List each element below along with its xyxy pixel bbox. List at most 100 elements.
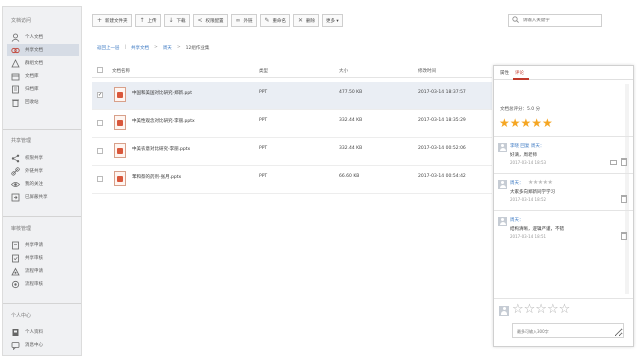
breadcrumb-back-link[interactable]: 返回上一层 [97,45,120,51]
sidebar-item-label: 外链共享 [25,169,43,174]
column-header-size[interactable]: 大小 [339,68,348,74]
button-label: 权限配置 [205,18,224,24]
tab-comments[interactable]: 评论 [515,70,524,76]
row-checkbox[interactable]: ✓ [97,92,103,98]
panel-scrollbar[interactable] [625,84,629,294]
sidebar-item-label: 消息中心 [25,343,43,348]
delete-icon[interactable] [621,232,627,240]
panel-tabs: 属性 评论 [494,66,633,80]
delete-icon[interactable] [621,195,627,203]
button-label: 上传 [147,18,157,24]
sidebar-item-label: 个人资料 [25,330,43,335]
more-button[interactable]: 更多 ▾ [322,14,343,27]
search-box[interactable] [508,14,602,27]
block-icon [11,193,20,202]
sidebar-item-shared-docs[interactable]: 共享文档 [7,44,79,56]
file-name[interactable]: 中国和美国对比研究-郑新.ppt [132,90,192,96]
file-name[interactable]: 中美农意对比研究-李丽.pptx [132,146,190,152]
details-panel: 属性 评论 文档总评分：5.0 分 ★★★★★ 李晓 回复 周天： 好滴，周老师… [493,65,634,347]
sidebar-item-label: 已屏蔽共享 [25,195,48,200]
sidebar-item-label: 回收站 [25,100,39,105]
comment-rating-stars: ★★★★★ [528,179,553,186]
breadcrumb: 返回上一层 | 共享文档 > 周天 > 12组作业集 [97,45,209,51]
new-folder-button[interactable]: + 新建文件夹 [92,14,132,27]
sidebar: 文档访问 个人文档 共享文档 群组文档 文档库 归档库 回收站 共享管理 权限共… [2,6,82,356]
eye-icon [10,180,21,189]
share-icon [11,154,20,163]
sidebar-item-share-audit[interactable]: 共享审核 [7,252,79,264]
sidebar-item-label: 群组文档 [25,61,43,66]
flow-apply-icon [11,267,20,276]
breadcrumb-separator: > [154,45,158,50]
breadcrumb-item[interactable]: 共享文档 [131,45,149,51]
column-header-type[interactable]: 类型 [259,68,268,74]
share-folder-icon [11,46,20,55]
breadcrumb-item[interactable]: 周天 [163,45,172,51]
sidebar-divider [3,129,81,130]
permission-config-button[interactable]: < 权限配置 [192,14,228,27]
sidebar-item-doc-library[interactable]: 文档库 [7,70,79,82]
rename-button[interactable]: ✎ 重命名 [259,14,290,27]
file-modified: 2017-03-14 00:52:06 [418,146,466,151]
sidebar-item-recycle-bin[interactable]: 回收站 [7,96,79,108]
rating-input-stars[interactable]: ☆☆☆☆☆ [512,303,570,317]
overall-rating-stars: ★★★★★ [499,116,553,130]
file-modified: 2017-03-14 18:37:57 [418,90,466,95]
group-icon [11,58,20,68]
button-label: 下载 [176,18,186,24]
sidebar-item-blocked-shares[interactable]: 已屏蔽共享 [7,191,79,203]
file-modified: 2017-03-14 00:54:42 [418,174,466,179]
table-row[interactable]: 中美农意对比研究-李丽.pptx PPT 332.44 KB 2017-03-1… [92,138,492,166]
external-link-button[interactable]: ∞ 外链 [230,14,257,27]
upload-button[interactable]: ↑ 上传 [134,14,161,27]
table-row[interactable]: 中美性观念对比研究-李丽.pptx PPT 332.44 KB 2017-03-… [92,110,492,138]
file-name[interactable]: 苯和萘的药剂-张月.pptx [132,174,181,180]
column-header-modified[interactable]: 修改时间 [418,68,436,74]
sidebar-item-flow-apply[interactable]: 流程申请 [7,265,79,277]
column-header-name[interactable]: 文档名称 [112,68,130,74]
tab-properties[interactable]: 属性 [500,70,509,76]
sidebar-item-archive[interactable]: 归档库 [7,83,79,95]
sidebar-item-personal-docs[interactable]: 个人文档 [7,31,79,43]
avatar [498,143,507,152]
sidebar-item-link-share[interactable]: 外链共享 [7,165,79,177]
comment-time: 2017-03-14 18:51 [510,234,547,239]
sidebar-item-permission-share[interactable]: 权限共享 [7,152,79,164]
reply-icon[interactable] [610,160,617,165]
sidebar-item-message-center[interactable]: 消息中心 [7,339,79,351]
button-label: 更多 ▾ [326,18,339,24]
row-checkbox[interactable] [97,176,103,182]
sidebar-item-profile[interactable]: 个人资料 [7,326,79,338]
panel-divider [494,210,633,211]
ppt-file-icon [114,143,126,158]
search-input[interactable] [522,18,601,23]
row-checkbox[interactable] [97,120,103,126]
sidebar-item-my-follows[interactable]: 我的关注 [7,178,79,190]
delete-button[interactable]: ✕ 删除 [293,14,319,27]
button-label: 重命名 [272,18,287,24]
panel-divider [494,173,633,174]
file-name[interactable]: 中美性观念对比研究-李丽.pptx [132,118,195,124]
comment-time: 2017-03-14 18:52 [510,197,547,202]
trash-icon [11,98,20,107]
sidebar-item-label: 共享文档 [25,48,43,53]
select-all-checkbox[interactable] [97,67,103,73]
file-size: 332.44 KB [339,146,363,151]
download-button[interactable]: ↓ 下载 [163,14,190,27]
table-row[interactable]: 苯和萘的药剂-张月.pptx PPT 66.60 KB 2017-03-14 0… [92,166,492,194]
breadcrumb-current: 12组作业集 [185,46,210,51]
sidebar-section-title: 审核管理 [11,226,32,232]
row-checkbox[interactable] [97,148,103,154]
breadcrumb-separator: > [176,45,181,50]
panel-divider [494,298,633,299]
audit-icon [11,254,20,263]
sidebar-item-label: 权限共享 [25,156,43,161]
sidebar-item-label: 流程申请 [25,269,43,274]
link-icon: ∞ [235,17,241,24]
sidebar-item-flow-audit[interactable]: 流程审核 [7,278,79,290]
comment-input[interactable] [512,323,624,338]
delete-icon[interactable] [621,158,627,166]
sidebar-item-group-docs[interactable]: 群组文档 [7,57,79,69]
table-row[interactable]: ✓ 中国和美国对比研究-郑新.ppt PPT 477.50 KB 2017-03… [92,82,492,110]
sidebar-item-share-apply[interactable]: 共享申请 [7,239,79,251]
